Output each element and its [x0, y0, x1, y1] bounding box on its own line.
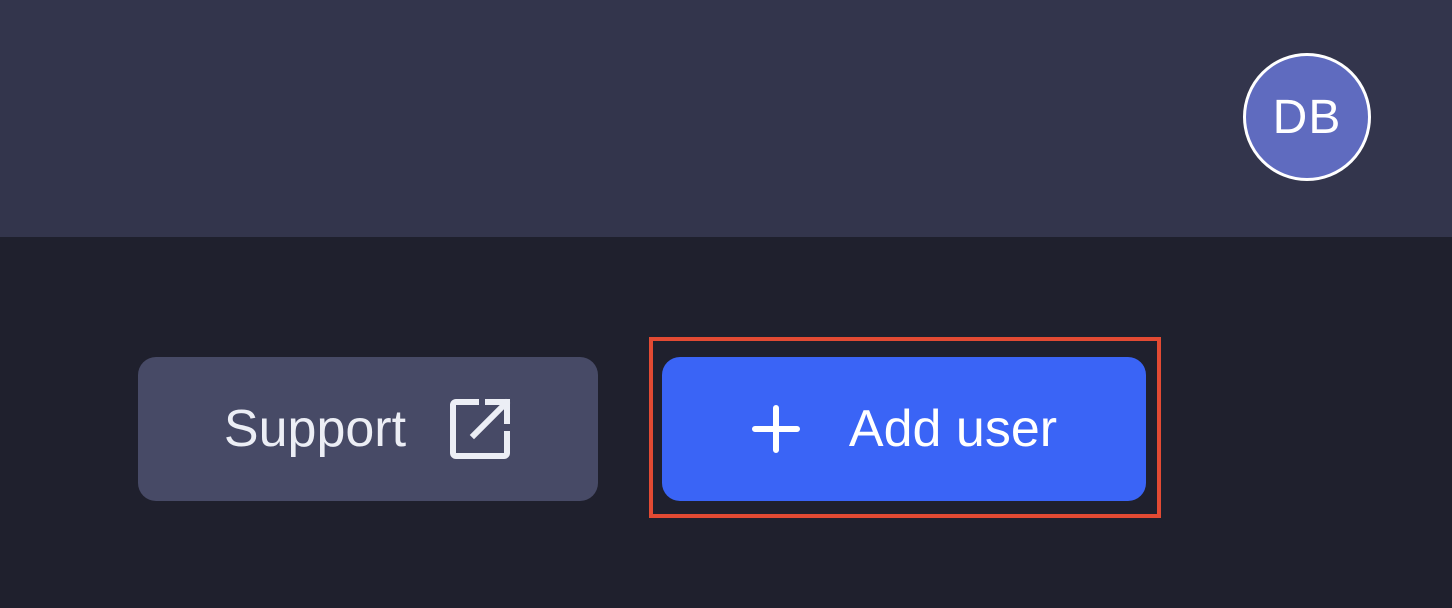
- main-content: Support Add user: [0, 237, 1452, 608]
- plus-icon: [751, 404, 801, 454]
- add-user-button-label: Add user: [848, 400, 1058, 458]
- top-bar: DB: [0, 0, 1452, 237]
- support-button[interactable]: Support: [138, 357, 598, 501]
- support-button-label: Support: [223, 400, 407, 458]
- user-avatar[interactable]: DB: [1243, 53, 1371, 181]
- external-link-icon: [450, 398, 512, 460]
- avatar-initials: DB: [1272, 90, 1342, 144]
- add-user-button[interactable]: Add user: [662, 357, 1146, 501]
